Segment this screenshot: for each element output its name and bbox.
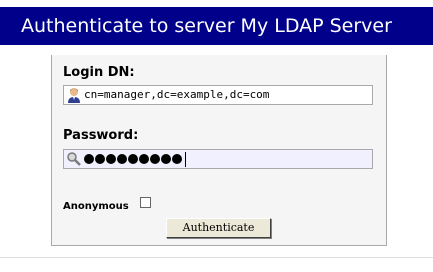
authenticate-button[interactable]: Authenticate [166, 218, 271, 238]
anonymous-checkbox[interactable] [140, 197, 151, 208]
search-key-icon [67, 152, 81, 166]
text-caret [185, 151, 186, 167]
password-mask-dot [117, 154, 127, 164]
password-mask-dot [95, 154, 105, 164]
password-mask-dot [84, 154, 94, 164]
password-field[interactable] [63, 149, 373, 169]
login-dn-value: cn=manager,dc=example,dc=com [84, 88, 270, 101]
password-mask-dot [161, 154, 171, 164]
login-dn-field[interactable]: cn=manager,dc=example,dc=com [63, 85, 373, 105]
anonymous-label: Anonymous [63, 201, 129, 212]
password-mask-dot [139, 154, 149, 164]
user-icon [68, 88, 80, 103]
password-mask-dot [150, 154, 160, 164]
password-mask-dot [128, 154, 138, 164]
bottom-divider [0, 257, 433, 258]
page-title: Authenticate to server My LDAP Server [0, 7, 433, 45]
login-form: Login DN: cn=manager,dc=example,dc=com P… [51, 55, 387, 246]
password-label: Password: [63, 128, 139, 143]
password-masked-value [84, 151, 186, 167]
password-mask-dot [106, 154, 116, 164]
login-dn-label: Login DN: [63, 65, 135, 80]
password-mask-dot [172, 154, 182, 164]
